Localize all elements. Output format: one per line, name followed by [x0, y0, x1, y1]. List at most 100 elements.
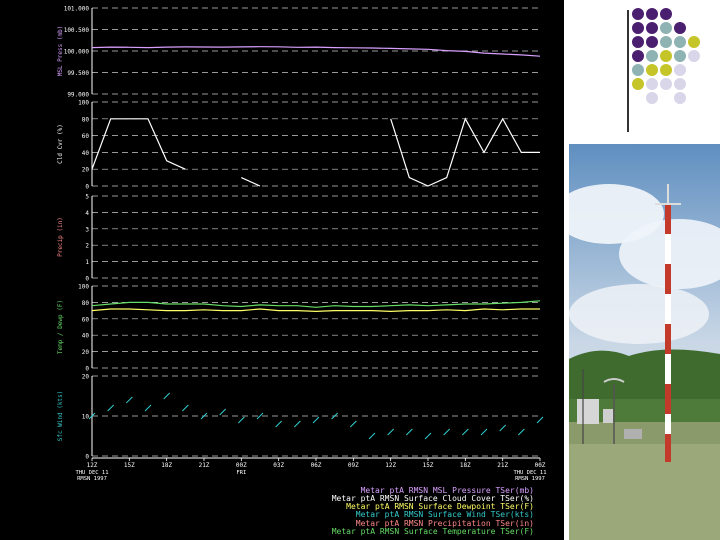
decorative-dot [674, 78, 686, 90]
meteogram-chart: 101.000 100.500 100.000 99.500 99.000 MSL Pre… [57, 6, 547, 483]
y-tick-label: 60 [82, 133, 90, 140]
x-id-label: RMSN 1997 [77, 476, 107, 482]
y-tick-label: 20 [82, 374, 90, 381]
y-tick-label: 0 [85, 366, 89, 373]
x-tick-label: 18Z [161, 462, 172, 469]
decorative-dot [646, 50, 658, 62]
decorative-dot [688, 50, 700, 62]
y-tick-label: 99.000 [67, 92, 89, 99]
x-tick-label: 09Z [348, 462, 359, 469]
decorative-dot [646, 92, 658, 104]
x-tick-label: 00Z [535, 462, 546, 469]
wind-mark [293, 420, 301, 428]
decorative-dot [660, 78, 672, 90]
x-tick-label: 00Z [236, 462, 247, 469]
decorative-dot [632, 8, 644, 20]
temperature-line [91, 300, 541, 308]
decorative-dot [646, 36, 658, 48]
wind-mark [144, 404, 152, 412]
meteogram-panel: 101.000 100.500 100.000 99.500 99.000 MSL Pre… [0, 0, 564, 540]
y-tick-label: 101.000 [64, 6, 90, 13]
decorative-dot [660, 8, 672, 20]
wind-mark [275, 420, 283, 428]
decorative-dot [674, 36, 686, 48]
y-tick-label: 4 [85, 210, 89, 217]
x-tick-label: 12Z [385, 462, 396, 469]
legend-entry: Metar ptA RMSN Surface Temperature TSer(… [331, 526, 534, 536]
y-tick-label: 60 [82, 316, 90, 323]
decorative-dot [688, 36, 700, 48]
x-id-label: RMSN 1997 [515, 476, 545, 482]
y-tick-label: 0 [85, 184, 89, 191]
y-tick-label: 1 [85, 259, 89, 266]
decorative-dot [674, 22, 686, 34]
decorative-dot [632, 78, 644, 90]
wind-mark [107, 404, 115, 412]
decorative-dot [632, 64, 644, 76]
decorative-dot [674, 92, 686, 104]
x-mid-date-label: FRI [236, 470, 246, 476]
panel-y-label: Cld Cvr (%) [57, 124, 64, 164]
y-tick-label: 40 [82, 150, 90, 157]
decorative-dot [632, 36, 644, 48]
wind-mark [424, 432, 432, 440]
decorative-dot [674, 64, 686, 76]
x-tick-label: 06Z [311, 462, 322, 469]
wind-mark [461, 428, 469, 436]
wind-mark [219, 408, 227, 416]
y-tick-label: 100 [78, 284, 89, 291]
decorative-dot [632, 22, 644, 34]
decorative-dot [646, 64, 658, 76]
y-tick-label: 20 [82, 167, 90, 174]
cloud-cover-line [241, 177, 261, 187]
wind-mark [368, 432, 376, 440]
decorative-dot [646, 78, 658, 90]
cloud-cover-line [91, 118, 186, 170]
decorative-dot [674, 50, 686, 62]
wind-mark [312, 416, 320, 424]
y-tick-label: 40 [82, 333, 90, 340]
wind-mark [517, 428, 525, 436]
wind-mark [480, 428, 488, 436]
wind-mark [499, 424, 507, 432]
x-tick-label: 12Z [87, 462, 98, 469]
wind-mark [163, 392, 171, 400]
wind-mark [125, 396, 133, 404]
panel-y-label: MSL Press (mb) [57, 26, 64, 77]
wind-mark [387, 428, 395, 436]
y-tick-label: 2 [85, 243, 89, 250]
decorative-dot [646, 22, 658, 34]
y-tick-label: 0 [85, 276, 89, 283]
wind-mark [536, 416, 544, 424]
y-tick-label: 20 [82, 349, 90, 356]
panel-y-label: Temp / Dewp (F) [57, 300, 64, 354]
decorative-dot [632, 50, 644, 62]
y-tick-label: 80 [82, 116, 90, 123]
x-tick-label: 21Z [497, 462, 508, 469]
x-tick-label: 18Z [460, 462, 471, 469]
x-tick-label: 21Z [199, 462, 210, 469]
y-tick-label: 100 [78, 100, 89, 107]
x-tick-label: 15Z [423, 462, 434, 469]
x-tick-label: 15Z [124, 462, 135, 469]
y-tick-label: 5 [85, 194, 89, 201]
y-tick-label: 0 [85, 454, 89, 461]
y-tick-label: 100.500 [64, 27, 90, 34]
pressure-line [91, 46, 541, 57]
decorative-dot [660, 50, 672, 62]
wind-mark [237, 416, 245, 424]
instrument-box [577, 399, 599, 424]
decorative-dot [660, 36, 672, 48]
y-tick-label: 99.500 [67, 70, 89, 77]
x-tick-label: 03Z [273, 462, 284, 469]
weather-station-photo [569, 144, 720, 540]
wind-mark [181, 404, 189, 412]
y-tick-label: 10 [82, 414, 90, 421]
decorative-dot-grid [628, 8, 718, 118]
y-tick-label: 100.000 [64, 49, 90, 56]
decorative-dot [660, 64, 672, 76]
wind-mark [405, 428, 413, 436]
decorative-dot [660, 22, 672, 34]
panel-y-label: Precip (in) [57, 217, 64, 257]
decorative-dot [646, 8, 658, 20]
